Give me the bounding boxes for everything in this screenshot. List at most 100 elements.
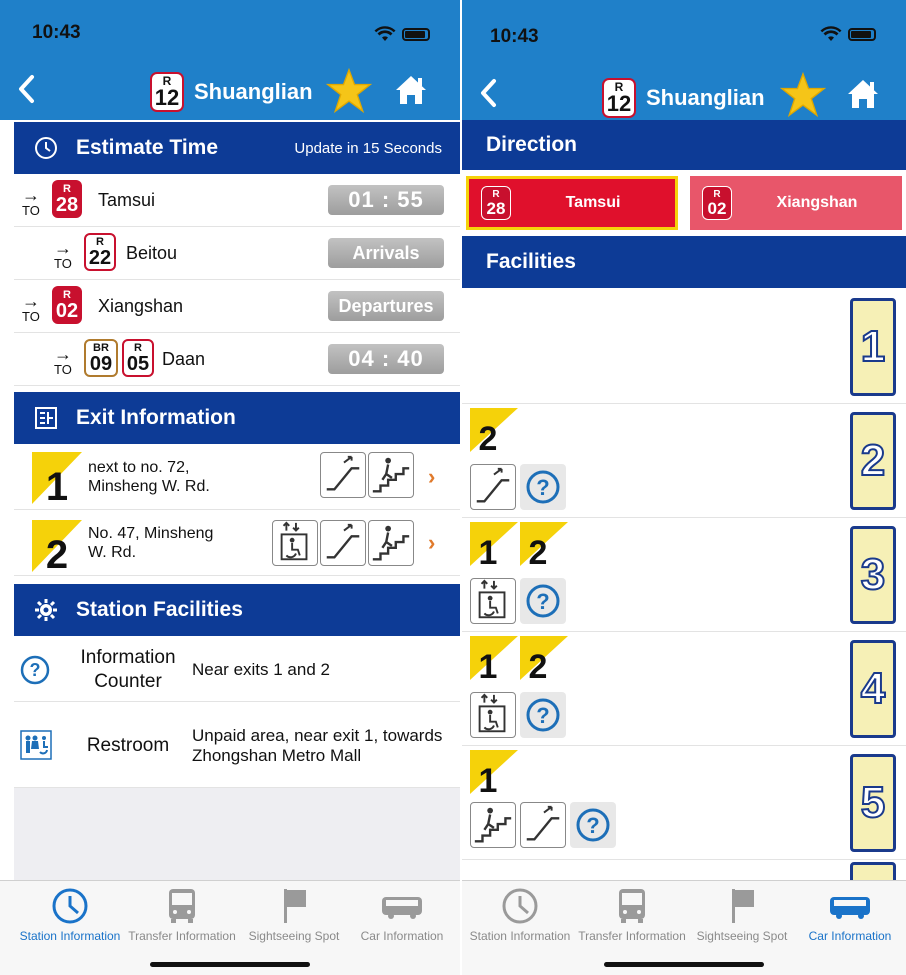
- direction-name: Xiangshan: [776, 194, 858, 211]
- escalator-icon: [520, 802, 566, 848]
- station-badge: R 02: [52, 286, 82, 324]
- stairs-icon: [368, 520, 414, 566]
- section-title: Facilities: [486, 250, 576, 273]
- direction-xiangshan-button[interactable]: R 02 Xiangshan: [690, 176, 902, 230]
- flag-icon: [284, 889, 306, 923]
- tab-sightseeing-spot[interactable]: Sightseeing Spot: [684, 887, 800, 943]
- tab-station-information[interactable]: Station Information: [462, 887, 578, 943]
- clock-icon: [502, 888, 538, 924]
- favorite-star-icon[interactable]: [780, 72, 826, 118]
- svg-text:2: 2: [529, 534, 548, 566]
- exit-row[interactable]: 2 No. 47, Minsheng W. Rd. ›: [14, 510, 460, 576]
- wifi-icon: [374, 26, 396, 41]
- status-indicators: [820, 26, 876, 42]
- svg-text:?: ?: [536, 589, 549, 614]
- favorite-star-icon[interactable]: [326, 68, 372, 114]
- elevator-icon: [470, 692, 516, 738]
- svg-text:2: 2: [529, 648, 548, 680]
- battery-icon: [848, 27, 876, 41]
- station-badge: R 28: [481, 186, 511, 220]
- flag-icon: [732, 889, 754, 923]
- tab-car-information[interactable]: Car Information: [344, 887, 460, 943]
- question-icon: ?: [570, 802, 616, 848]
- section-title: Direction: [486, 133, 578, 156]
- car-row: 1 2 ? 4: [462, 632, 906, 746]
- to-label: → TO: [22, 185, 40, 218]
- svg-text:?: ?: [536, 475, 549, 500]
- bus-front-icon: [619, 889, 645, 923]
- station-code-badge: R 12: [602, 78, 636, 118]
- facility-row: ? Information Counter Near exits 1 and 2: [14, 636, 460, 702]
- escalator-icon: [320, 520, 366, 566]
- tab-bar: Station Information Transfer Information…: [0, 880, 460, 975]
- car-number-badge: 1: [850, 298, 896, 396]
- chevron-right-icon[interactable]: ›: [428, 464, 435, 490]
- question-icon: ?: [520, 464, 566, 510]
- svg-text:1: 1: [479, 762, 498, 794]
- wifi-icon: [820, 26, 842, 41]
- tab-sightseeing-spot[interactable]: Sightseeing Spot: [236, 887, 352, 943]
- home-indicator: [150, 962, 310, 967]
- train-row[interactable]: → TO BR 09 R 05 Daan 04 : 40: [14, 333, 460, 386]
- station-number: 12: [606, 91, 632, 116]
- chevron-right-icon[interactable]: ›: [428, 530, 435, 556]
- car-row: 2 ? 2: [462, 404, 906, 518]
- station-title: R 12 Shuanglian: [602, 78, 765, 118]
- tab-car-information[interactable]: Car Information: [792, 887, 906, 943]
- question-icon: ?: [520, 692, 566, 738]
- exit-information-header: Exit Information: [14, 392, 460, 444]
- station-badge: R 05: [122, 339, 154, 377]
- nav-bar: R 12 Shuanglian: [462, 64, 906, 120]
- direction-tamsui-button[interactable]: R 28 Tamsui: [466, 176, 678, 230]
- back-chevron-icon[interactable]: [476, 78, 502, 108]
- destination-name: Daan: [162, 349, 206, 369]
- home-icon[interactable]: [846, 78, 880, 110]
- home-indicator: [604, 962, 764, 967]
- svg-text:1: 1: [479, 648, 498, 680]
- arrival-time: 01 : 55: [328, 185, 444, 215]
- car-number-badge: 3: [850, 526, 896, 624]
- train-row[interactable]: → TO R 28 Tamsui 01 : 55: [14, 174, 460, 227]
- question-icon: ?: [20, 655, 50, 685]
- back-chevron-icon[interactable]: [14, 74, 40, 104]
- tab-station-information[interactable]: Station Information: [12, 887, 128, 943]
- facility-name: Restroom: [86, 735, 170, 756]
- car-number-badge: 2: [850, 412, 896, 510]
- train-row[interactable]: → TO R 22 Beitou Arrivals: [14, 227, 460, 280]
- home-icon[interactable]: [394, 74, 428, 106]
- exit-address: No. 47, Minsheng W. Rd.: [88, 525, 214, 562]
- exit-row[interactable]: 1 next to no. 72, Minsheng W. Rd. ›: [14, 444, 460, 510]
- svg-text:1: 1: [46, 465, 68, 504]
- station-badge: R 02: [702, 186, 732, 220]
- facility-name: Information Counter: [80, 647, 176, 692]
- direction-header: Direction: [462, 120, 906, 170]
- exit-number-badge: 1: [470, 522, 518, 566]
- elevator-icon: [470, 578, 516, 624]
- destination-name: Tamsui: [98, 190, 156, 210]
- bus-side-icon: [382, 897, 422, 919]
- facility-row: Restroom Unpaid area, near exit 1, towar…: [14, 702, 460, 788]
- station-title: R 12 Shuanglian: [150, 72, 313, 112]
- clock-icon: [35, 137, 57, 159]
- train-row[interactable]: → TO R 02 Xiangshan Departures: [14, 280, 460, 333]
- station-badge: R 28: [52, 180, 82, 218]
- direction-name: Tamsui: [565, 194, 621, 211]
- status-indicators: [374, 26, 430, 42]
- exit-number-badge: 2: [470, 408, 518, 452]
- car-number-badge: 5: [850, 754, 896, 852]
- section-title: Estimate Time: [76, 136, 219, 159]
- tab-bar: Station Information Transfer Information…: [462, 880, 906, 975]
- restroom-icon: [20, 730, 52, 760]
- svg-text:2: 2: [479, 420, 498, 452]
- station-badge: R 22: [84, 233, 116, 271]
- station-number: 12: [154, 85, 180, 110]
- facility-description: Near exits 1 and 2: [192, 660, 330, 679]
- car-row: 1: [462, 290, 906, 404]
- bus-front-icon: [169, 889, 195, 923]
- tab-transfer-information[interactable]: Transfer Information: [124, 887, 240, 943]
- tab-transfer-information[interactable]: Transfer Information: [574, 887, 690, 943]
- exit-number-badge: 2: [520, 636, 568, 680]
- station-code-badge: R 12: [150, 72, 184, 112]
- car-row: 1 ? 5: [462, 746, 906, 860]
- station-information-screen: 10:43 R 12 Shuanglian Estimate Time Upda…: [0, 0, 460, 975]
